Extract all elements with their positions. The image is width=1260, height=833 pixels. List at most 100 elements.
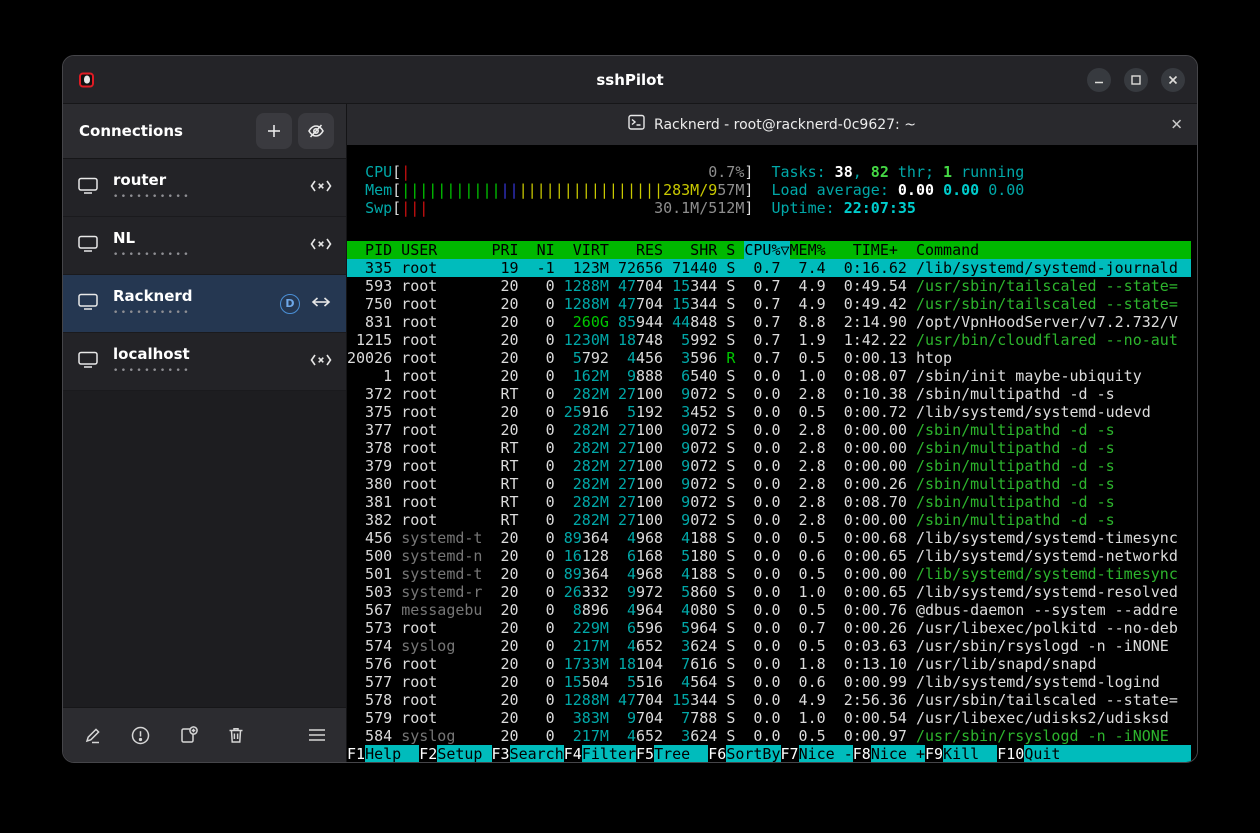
fkey-F8[interactable]: F8: [853, 745, 871, 762]
process-row-577[interactable]: 577 root 20 0 15504 5516 4564 S 0.0 0.6 …: [347, 673, 1191, 691]
window-controls: [1087, 68, 1185, 92]
fkey-F3-label[interactable]: Search: [510, 745, 564, 762]
add-connection-button[interactable]: [256, 113, 292, 149]
connection-password-mask: ••••••••••: [113, 249, 310, 261]
fkey-F9-label[interactable]: Kill: [943, 745, 997, 762]
process-row-578[interactable]: 578 root 20 0 1288M 47704 15344 S 0.0 4.…: [347, 691, 1191, 709]
process-row-456[interactable]: 456 systemd-t 20 0 89364 4968 4188 S 0.0…: [347, 529, 1191, 547]
minimize-button[interactable]: [1087, 68, 1111, 92]
connection-password-mask: ••••••••••: [113, 307, 280, 319]
process-row-576[interactable]: 576 root 20 0 1733M 18104 7616 S 0.0 1.8…: [347, 655, 1191, 673]
badge-d: D: [280, 294, 300, 314]
process-row-378[interactable]: 378 root RT 0 282M 27100 9072 S 0.0 2.8 …: [347, 439, 1191, 457]
maximize-icon: [1130, 74, 1142, 86]
process-row-579[interactable]: 579 root 20 0 383M 9704 7788 S 0.0 1.0 0…: [347, 709, 1191, 727]
process-row-1[interactable]: 1 root 20 0 162M 9888 6540 S 0.0 1.0 0:0…: [347, 367, 1191, 385]
main-menu-button[interactable]: [308, 728, 326, 742]
process-row-584[interactable]: 584 syslog 20 0 217M 4652 3624 S 0.0 0.5…: [347, 727, 1191, 745]
close-button[interactable]: [1161, 68, 1185, 92]
trash-icon: [226, 725, 246, 745]
fkey-F10-label[interactable]: Quit: [1024, 745, 1078, 762]
fkey-F3[interactable]: F3: [492, 745, 510, 762]
fkey-F4[interactable]: F4: [564, 745, 582, 762]
process-row-567[interactable]: 567 messagebu 20 0 8896 4964 4080 S 0.0 …: [347, 601, 1191, 619]
process-row-501[interactable]: 501 systemd-t 20 0 89364 4968 4188 S 0.0…: [347, 565, 1191, 583]
fkey-F5-label[interactable]: Tree: [654, 745, 708, 762]
process-row-377[interactable]: 377 root 20 0 282M 27100 9072 S 0.0 2.8 …: [347, 421, 1191, 439]
fkey-bar: F1Help F2Setup F3SearchF4FilterF5Tree F6…: [347, 745, 1191, 762]
disconnected-link-icon: [310, 178, 332, 197]
terminal-tab[interactable]: Racknerd - root@racknerd-0c9627: ~ ✕: [347, 104, 1197, 145]
fkey-F1-label[interactable]: Help: [365, 745, 419, 762]
minimize-icon: [1093, 74, 1105, 86]
process-row-500[interactable]: 500 systemd-n 20 0 16128 6168 5180 S 0.0…: [347, 547, 1191, 565]
duplicate-connection-button[interactable]: [178, 725, 199, 746]
connection-name: Racknerd: [113, 288, 280, 305]
terminal-pane: Racknerd - root@racknerd-0c9627: ~ ✕ CPU…: [347, 104, 1197, 762]
fkey-F8-label[interactable]: Nice +: [871, 745, 925, 762]
edit-connection-button[interactable]: [83, 725, 103, 745]
sidebar-header: Connections: [63, 104, 346, 159]
process-row-335[interactable]: 335 root 19 -1 123M 72656 71440 S 0.7 7.…: [347, 259, 1191, 277]
connection-name: NL: [113, 230, 310, 247]
computer-icon: [77, 350, 101, 373]
connection-name: localhost: [113, 346, 310, 363]
connection-row-racknerd[interactable]: Racknerd ••••••••••D: [63, 275, 346, 333]
connected-link-icon: [310, 294, 332, 313]
app-window: sshPilot Connections: [62, 55, 1198, 763]
process-row-573[interactable]: 573 root 20 0 229M 6596 5964 S 0.0 0.7 0…: [347, 619, 1191, 637]
tab-close-button[interactable]: ✕: [1170, 117, 1183, 132]
sidebar: Connections router••••••••••NL••••••••••…: [63, 104, 347, 762]
sort-column-cpu[interactable]: CPU%▽: [744, 241, 789, 259]
mem-meter: Mem[|||||||||||||||||||||||||||||283M/95…: [347, 181, 1191, 199]
hamburger-menu-icon: [308, 728, 326, 742]
fkey-F7-label[interactable]: Nice -: [799, 745, 853, 762]
pencil-icon: [83, 725, 103, 745]
fkey-F7[interactable]: F7: [781, 745, 799, 762]
connection-row-localhost[interactable]: localhost••••••••••: [63, 333, 346, 391]
fkey-F2[interactable]: F2: [419, 745, 437, 762]
computer-icon: [77, 176, 101, 199]
fkey-F1[interactable]: F1: [347, 745, 365, 762]
process-row-381[interactable]: 381 root RT 0 282M 27100 9072 S 0.0 2.8 …: [347, 493, 1191, 511]
hide-passwords-button[interactable]: [298, 113, 334, 149]
computer-icon: [77, 234, 101, 257]
fkey-F5[interactable]: F5: [636, 745, 654, 762]
connection-row-router[interactable]: router••••••••••: [63, 159, 346, 217]
process-row-503[interactable]: 503 systemd-r 20 0 26332 9972 5860 S 0.0…: [347, 583, 1191, 601]
titlebar: sshPilot: [63, 56, 1197, 104]
process-row-380[interactable]: 380 root RT 0 282M 27100 9072 S 0.0 2.8 …: [347, 475, 1191, 493]
terminal-screen[interactable]: CPU[| 0.7%] Tasks: 38, 82 thr; 1 running…: [347, 145, 1197, 762]
plus-icon: [265, 122, 283, 140]
process-table-header[interactable]: PID USER PRI NI VIRT RES SHR S CPU%▽MEM%…: [347, 241, 1191, 259]
delete-connection-button[interactable]: [226, 725, 246, 745]
connection-info-button[interactable]: [130, 725, 151, 746]
fkey-bar-fill: [1079, 745, 1191, 762]
fkey-F2-label[interactable]: Setup: [437, 745, 491, 762]
connections-title: Connections: [79, 122, 250, 140]
fkey-F6-label[interactable]: SortBy: [726, 745, 780, 762]
process-row-375[interactable]: 375 root 20 0 25916 5192 3452 S 0.0 0.5 …: [347, 403, 1191, 421]
process-row-831[interactable]: 831 root 20 0 260G 85944 44848 S 0.7 8.8…: [347, 313, 1191, 331]
fkey-F4-label[interactable]: Filter: [582, 745, 636, 762]
process-row-1215[interactable]: 1215 root 20 0 1230M 18748 5992 S 0.7 1.…: [347, 331, 1191, 349]
close-icon: [1167, 74, 1179, 86]
info-icon: [130, 725, 151, 746]
process-row-750[interactable]: 750 root 20 0 1288M 47704 15344 S 0.7 4.…: [347, 295, 1191, 313]
fkey-F10[interactable]: F10: [997, 745, 1024, 762]
process-row-379[interactable]: 379 root RT 0 282M 27100 9072 S 0.0 2.8 …: [347, 457, 1191, 475]
maximize-button[interactable]: [1124, 68, 1148, 92]
process-row-20026[interactable]: 20026 root 20 0 5792 4456 3596 R 0.7 0.5…: [347, 349, 1191, 367]
fkey-F9[interactable]: F9: [925, 745, 943, 762]
connection-row-nl[interactable]: NL ••••••••••: [63, 217, 346, 275]
disconnected-link-icon: [310, 236, 332, 255]
fkey-F6[interactable]: F6: [708, 745, 726, 762]
connections-list: router•••••••••• NL •••••••••• Racknerd ••••…: [63, 159, 346, 707]
process-row-593[interactable]: 593 root 20 0 1288M 47704 15344 S 0.7 4.…: [347, 277, 1191, 295]
eye-off-icon: [306, 121, 326, 141]
connection-name: router: [113, 172, 310, 189]
process-row-372[interactable]: 372 root RT 0 282M 27100 9072 S 0.0 2.8 …: [347, 385, 1191, 403]
process-row-382[interactable]: 382 root RT 0 282M 27100 9072 S 0.0 2.8 …: [347, 511, 1191, 529]
swp-meter: Swp[||| 30.1M/512M] Uptime: 22:07:35: [347, 199, 1191, 217]
process-row-574[interactable]: 574 syslog 20 0 217M 4652 3624 S 0.0 0.5…: [347, 637, 1191, 655]
